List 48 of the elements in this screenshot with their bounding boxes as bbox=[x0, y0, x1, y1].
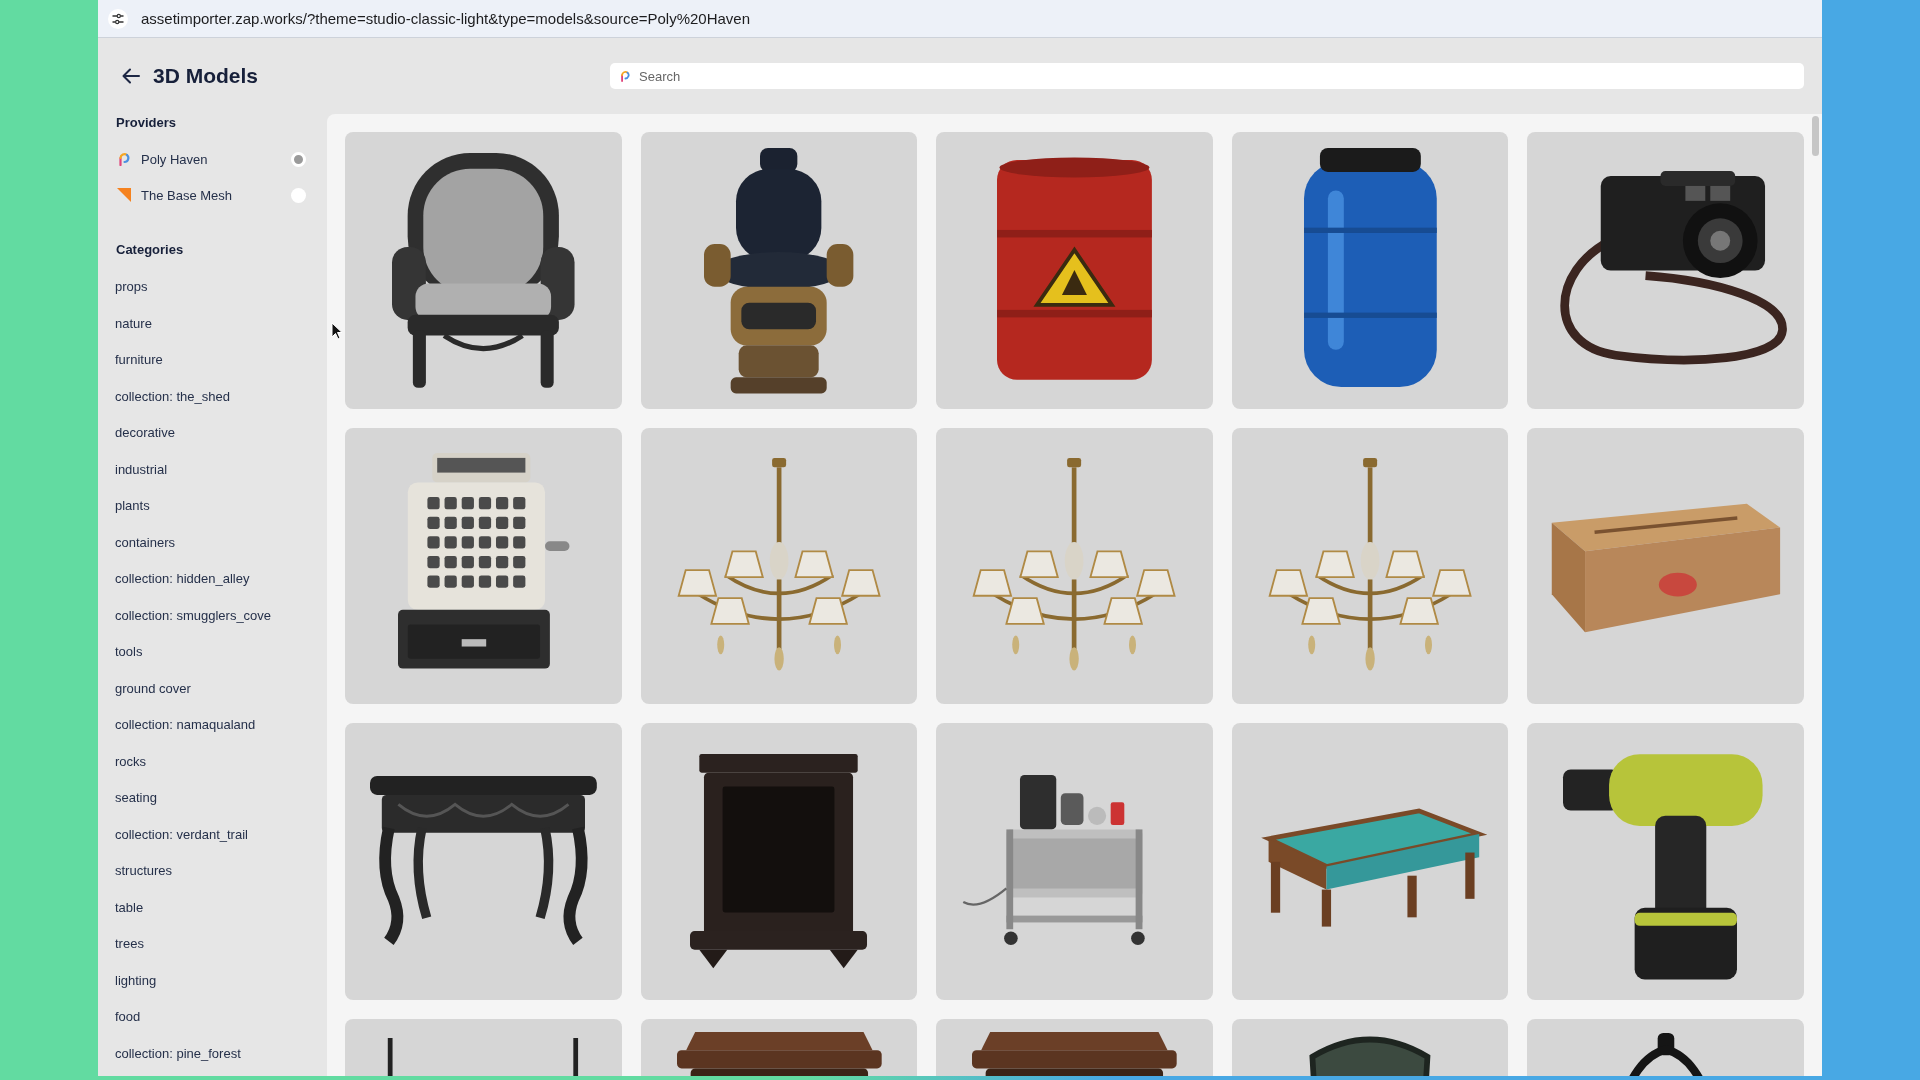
swirl-logo-icon bbox=[620, 70, 630, 82]
model-card[interactable] bbox=[1231, 132, 1509, 409]
category-link[interactable]: collection: the_shed bbox=[115, 387, 230, 406]
provider-radio[interactable] bbox=[291, 151, 306, 167]
swirl-logo-icon bbox=[117, 152, 131, 166]
back-arrow-icon[interactable] bbox=[122, 68, 140, 84]
model-card[interactable] bbox=[1527, 132, 1805, 409]
model-card[interactable] bbox=[345, 427, 622, 705]
provider-label: Poly Haven bbox=[141, 151, 208, 167]
page-title: 3D Models bbox=[153, 64, 259, 88]
model-card[interactable] bbox=[1527, 723, 1805, 1000]
model-card[interactable] bbox=[640, 132, 918, 409]
category-link[interactable]: rocks bbox=[115, 752, 147, 771]
category-link[interactable]: decorative bbox=[115, 424, 175, 442]
category-link[interactable]: collection: verdant_trail bbox=[115, 825, 248, 844]
category-link[interactable]: industrial bbox=[115, 460, 168, 479]
provider-radio[interactable] bbox=[291, 187, 306, 203]
cursor-icon bbox=[331, 322, 343, 340]
model-card[interactable] bbox=[936, 132, 1213, 409]
category-link[interactable]: tools bbox=[115, 643, 143, 661]
model-card[interactable] bbox=[345, 723, 622, 1000]
category-link[interactable]: structures bbox=[115, 862, 173, 880]
category-link[interactable]: furniture bbox=[115, 351, 163, 369]
category-link[interactable]: collection: pine_forest bbox=[115, 1044, 241, 1063]
category-link[interactable]: trees bbox=[115, 935, 144, 953]
category-link[interactable]: props bbox=[115, 278, 148, 296]
provider-label: The Base Mesh bbox=[141, 187, 233, 203]
section-heading: Categories bbox=[115, 241, 184, 259]
category-link[interactable]: table bbox=[115, 898, 144, 917]
category-link[interactable]: collection: namaqualand bbox=[115, 716, 256, 734]
category-link[interactable]: lighting bbox=[115, 971, 157, 990]
category-link[interactable]: containers bbox=[115, 533, 175, 552]
category-link[interactable]: nature bbox=[115, 314, 152, 333]
category-link[interactable]: plants bbox=[115, 497, 150, 515]
triangle-logo-icon bbox=[117, 188, 131, 202]
model-card[interactable] bbox=[640, 723, 918, 1000]
category-link[interactable]: seating bbox=[115, 789, 157, 807]
category-link[interactable]: collection: hidden_alley bbox=[115, 570, 250, 588]
site-settings-icon[interactable] bbox=[108, 8, 128, 29]
category-link[interactable]: food bbox=[115, 1008, 141, 1026]
model-card[interactable] bbox=[345, 132, 622, 409]
model-card[interactable] bbox=[936, 723, 1213, 1000]
section-heading: Providers bbox=[115, 114, 176, 132]
scrollbar-thumb[interactable] bbox=[1812, 116, 1819, 156]
url-text[interactable]: assetimporter.zap.works/?theme=studio-classic-light&type=models&source=Poly%20Haven bbox=[141, 10, 751, 27]
search-field[interactable]: Search bbox=[610, 63, 1804, 89]
category-link[interactable]: ground cover bbox=[115, 679, 191, 698]
category-link[interactable]: collection: smugglers_cove bbox=[115, 606, 272, 625]
